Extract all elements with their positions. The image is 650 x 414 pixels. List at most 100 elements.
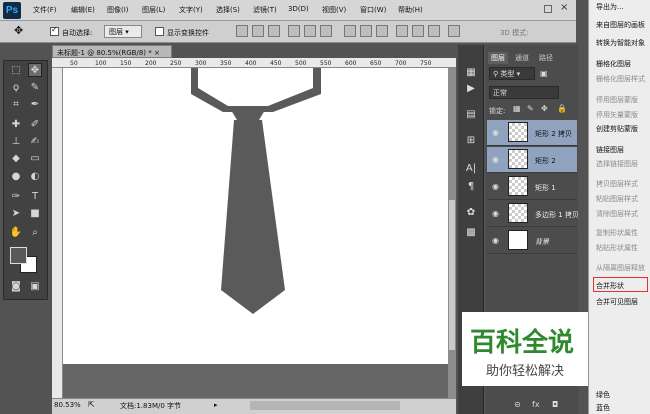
menu-help[interactable]: 帮助(H)	[398, 5, 423, 15]
document-info[interactable]: 文档:1.83M/0 字节	[120, 401, 181, 411]
show-transform-checkbox[interactable]	[155, 27, 164, 36]
menu-item-convert-smart-object[interactable]: 转换为智能对象	[596, 38, 645, 48]
distribute-right-icon[interactable]	[428, 25, 440, 37]
menu-item-merge-visible[interactable]: 合并可见图层	[596, 297, 638, 307]
menu-3d[interactable]: 3D(D)	[288, 5, 309, 13]
align-center-icon[interactable]	[304, 25, 316, 37]
auto-select-checkbox[interactable]	[50, 25, 59, 36]
filter-pixel-icon[interactable]: ▣	[540, 69, 548, 78]
close-document-icon[interactable]: ×	[154, 49, 160, 57]
swatches-panel-icon[interactable]: ✿	[463, 206, 479, 220]
menu-item-link-layers[interactable]: 链接图层	[596, 145, 624, 155]
screen-mode-icon[interactable]: ▣	[28, 280, 42, 294]
lock-image-icon[interactable]: ✎	[527, 104, 534, 113]
distribute-top-icon[interactable]	[344, 25, 356, 37]
clone-stamp-tool-icon[interactable]: ⊥	[9, 135, 23, 149]
gradient-tool-icon[interactable]: ▭	[28, 152, 42, 166]
visibility-eye-icon[interactable]: ◉	[492, 155, 502, 165]
distribute-left-icon[interactable]	[396, 25, 408, 37]
paragraph-panel-icon[interactable]: ¶	[463, 180, 479, 194]
adjustments-panel-icon[interactable]: ▩	[463, 226, 479, 240]
menu-item-blue[interactable]: 蓝色	[596, 403, 610, 413]
zoom-level[interactable]: 80.53%	[54, 401, 81, 409]
menu-filter[interactable]: 滤镜(T)	[253, 5, 277, 15]
layer-style-icon[interactable]: fx	[532, 400, 540, 409]
quick-select-tool-icon[interactable]: ✎	[28, 81, 42, 95]
align-top-icon[interactable]	[236, 25, 248, 37]
menu-window[interactable]: 窗口(W)	[360, 5, 386, 15]
menu-type[interactable]: 文字(Y)	[179, 5, 203, 15]
menu-file[interactable]: 文件(F)	[33, 5, 57, 15]
menu-item-green[interactable]: 绿色	[596, 390, 610, 400]
window-maximize-icon[interactable]	[544, 5, 552, 13]
tab-layers[interactable]: 图层	[488, 52, 508, 64]
distribute-center-icon[interactable]	[412, 25, 424, 37]
blur-tool-icon[interactable]: ●	[9, 170, 23, 184]
align-bottom-icon[interactable]	[268, 25, 280, 37]
actions-panel-icon[interactable]: ▶	[463, 82, 479, 96]
distribute-bottom-icon[interactable]	[376, 25, 388, 37]
info-panel-icon[interactable]: ▤	[463, 108, 479, 122]
move-tool-button-icon[interactable]: ✥	[28, 63, 42, 77]
document-canvas[interactable]	[63, 68, 448, 364]
dodge-tool-icon[interactable]: ◐	[28, 170, 42, 184]
menu-item-create-clipping-mask[interactable]: 创建剪贴蒙版	[596, 124, 638, 134]
tab-channels[interactable]: 通道	[512, 52, 532, 64]
character-panel-icon[interactable]: A|	[463, 162, 479, 176]
blend-mode-dropdown[interactable]: 正常	[489, 86, 559, 99]
lasso-tool-icon[interactable]: ϙ	[9, 81, 23, 95]
export-icon[interactable]: ⇱	[88, 400, 95, 409]
hand-tool-icon[interactable]: ✋	[9, 226, 23, 240]
properties-panel-icon[interactable]: ⊞	[463, 134, 479, 148]
eraser-tool-icon[interactable]: ◆	[9, 152, 23, 166]
crop-tool-icon[interactable]: ⌗	[9, 98, 23, 112]
quick-mask-icon[interactable]: ◙	[9, 280, 23, 294]
visibility-eye-icon[interactable]: ◉	[492, 209, 502, 219]
layer-filter-dropdown[interactable]: ⚲ 类型 ▾	[489, 67, 535, 80]
menu-select[interactable]: 选择(S)	[216, 5, 240, 15]
align-left-icon[interactable]	[288, 25, 300, 37]
layer-name[interactable]: 背景	[535, 237, 549, 247]
align-middle-icon[interactable]	[252, 25, 264, 37]
brush-tool-icon[interactable]: ✐	[28, 118, 42, 132]
menu-layer[interactable]: 图层(L)	[142, 5, 165, 15]
add-mask-icon[interactable]: ◘	[552, 400, 558, 409]
lock-all-icon[interactable]: 🔒	[557, 104, 567, 113]
visibility-eye-icon[interactable]: ◉	[492, 128, 502, 138]
auto-align-icon[interactable]	[448, 25, 460, 37]
zoom-tool-icon[interactable]: ⌕	[28, 226, 42, 240]
status-menu-arrow-icon[interactable]: ▸	[214, 401, 218, 409]
window-close-icon[interactable]: ×	[560, 2, 568, 13]
history-panel-icon[interactable]: ▦	[463, 66, 479, 80]
visibility-eye-icon[interactable]: ◉	[492, 182, 502, 192]
auto-select-dropdown[interactable]: 图层 ▾	[104, 25, 142, 38]
history-brush-tool-icon[interactable]: ✍	[28, 135, 42, 149]
horizontal-scrollbar[interactable]	[250, 401, 400, 410]
move-tool-icon[interactable]: ✥	[14, 24, 23, 37]
link-layers-icon[interactable]: ⊝	[514, 400, 521, 409]
pen-tool-icon[interactable]: ✑	[9, 190, 23, 204]
tab-paths[interactable]: 路径	[536, 52, 556, 64]
layer-name[interactable]: 矩形 1	[535, 183, 556, 193]
menu-item-export-as[interactable]: 导出为...	[596, 2, 624, 12]
path-select-tool-icon[interactable]: ➤	[9, 207, 23, 221]
vertical-scrollbar-thumb[interactable]	[449, 200, 455, 350]
menu-view[interactable]: 视图(V)	[322, 5, 346, 15]
align-right-icon[interactable]	[320, 25, 332, 37]
menu-item-artboard-from-layers[interactable]: 来自图层的画板	[596, 20, 645, 30]
foreground-color-swatch-top[interactable]	[10, 247, 27, 264]
layer-name[interactable]: 多边形 1 拷贝	[535, 210, 579, 220]
layer-name[interactable]: 矩形 2	[535, 156, 556, 166]
marquee-tool-icon[interactable]: ⬚	[9, 64, 23, 78]
menu-edit[interactable]: 编辑(E)	[71, 5, 95, 15]
healing-brush-tool-icon[interactable]: ✚	[9, 118, 23, 132]
rectangle-tool-icon[interactable]: ■	[28, 207, 42, 221]
lock-position-icon[interactable]: ✥	[541, 104, 548, 113]
layer-name[interactable]: 矩形 2 拷贝	[535, 129, 572, 139]
eyedropper-tool-icon[interactable]: ✒	[28, 98, 42, 112]
distribute-middle-icon[interactable]	[360, 25, 372, 37]
menu-item-merge-shapes[interactable]: 合并形状	[596, 281, 624, 291]
document-tab[interactable]: 未标题-1 @ 80.5%(RGB/8) * ×	[52, 45, 172, 58]
lock-transparent-icon[interactable]: ▦	[513, 104, 521, 113]
menu-image[interactable]: 图像(I)	[107, 5, 129, 15]
